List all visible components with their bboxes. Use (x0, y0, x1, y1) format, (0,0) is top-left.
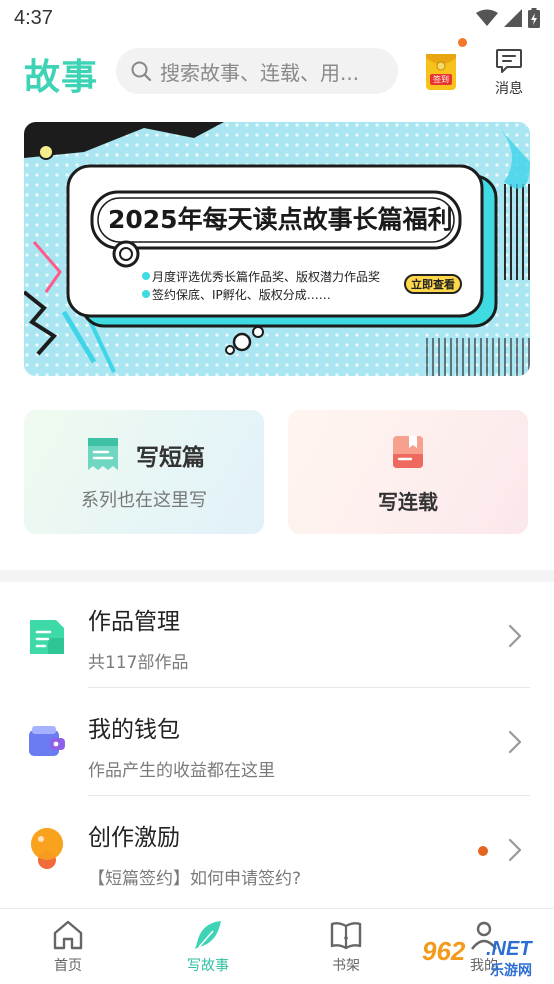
short-story-icon (88, 438, 118, 470)
banner-title: 2025年每天读点故事长篇福利 (108, 205, 453, 234)
nav-write-label: 写故事 (187, 958, 229, 974)
list-item-works[interactable]: 作品管理 共117部作品 (0, 582, 554, 688)
list-item-subtitle: 作品产生的收益都在这里 (88, 761, 275, 781)
watermark-number: 962 (422, 936, 466, 966)
section-divider (0, 570, 554, 582)
nav-bookshelf[interactable]: 书架 (306, 919, 386, 975)
messages-button[interactable]: 消息 (486, 48, 532, 98)
site-watermark: 962 .NET 乐游网 (414, 934, 550, 980)
list-item-title: 创作激励 (88, 825, 180, 851)
chevron-right-icon (508, 838, 522, 862)
list-item-title: 我的钱包 (88, 717, 180, 743)
wifi-icon (476, 9, 498, 26)
banner-view-button[interactable]: 立即查看 (404, 274, 462, 294)
app-logo: 故事 (24, 57, 99, 98)
nav-bookshelf-label: 书架 (332, 958, 360, 974)
message-icon (496, 49, 522, 73)
search-icon (131, 61, 152, 82)
banner-artwork (24, 122, 530, 376)
chevron-right-icon (508, 624, 522, 648)
list-item-incentive[interactable]: 创作激励 【短篇签约】如何申请签约? (0, 798, 554, 904)
watermark-net: .NET (486, 938, 532, 960)
nav-home-label: 首页 (54, 958, 82, 974)
nav-write[interactable]: 写故事 (168, 919, 248, 975)
document-icon (30, 620, 64, 654)
wallet-icon (29, 726, 65, 756)
watermark-cn: 乐游网 (490, 963, 532, 979)
write-serial-card[interactable]: 写连载 (288, 410, 528, 534)
list-item-subtitle: 【短篇签约】如何申请签约? (88, 869, 302, 889)
promo-banner[interactable]: 2025年每天读点故事长篇福利 月度评选优秀长篇作品奖、版权潜力作品奖 签约保底… (24, 122, 530, 376)
signin-label: 签到 (433, 75, 449, 84)
write-short-card[interactable]: 写短篇 系列也在这里写 (24, 410, 264, 534)
signal-icon (504, 9, 522, 27)
write-serial-title: 写连载 (378, 490, 438, 514)
search-input[interactable]: 搜索故事、连载、用... (116, 48, 398, 94)
banner-line-2: 签约保底、IP孵化、版权分成…… (152, 288, 331, 302)
write-short-subtitle: 系列也在这里写 (81, 490, 207, 511)
signin-button[interactable]: 签到 (426, 54, 456, 90)
chevron-right-icon (508, 730, 522, 754)
serial-book-icon (393, 436, 423, 468)
book-icon (330, 922, 362, 950)
list-item-title: 作品管理 (88, 609, 180, 635)
write-short-title: 写短篇 (136, 445, 205, 471)
messages-label: 消息 (495, 81, 523, 97)
list-divider (88, 687, 530, 688)
notification-dot (458, 38, 467, 47)
search-placeholder: 搜索故事、连载、用... (160, 60, 360, 85)
incentive-bulb-icon (31, 828, 63, 869)
list-divider (88, 795, 530, 796)
feather-icon (195, 921, 221, 949)
home-icon (53, 920, 83, 950)
nav-home[interactable]: 首页 (28, 919, 108, 975)
status-bar: 4:37 (0, 0, 554, 36)
banner-line-1: 月度评选优秀长篇作品奖、版权潜力作品奖 (152, 270, 381, 284)
battery-icon (528, 8, 540, 28)
status-icons (476, 8, 540, 28)
unread-dot (478, 846, 488, 856)
list-item-subtitle: 共117部作品 (88, 653, 189, 673)
list-item-wallet[interactable]: 我的钱包 作品产生的收益都在这里 (0, 690, 554, 796)
status-time: 4:37 (14, 6, 53, 29)
header: 故事 搜索故事、连载、用... 签到 消息 (0, 38, 554, 104)
